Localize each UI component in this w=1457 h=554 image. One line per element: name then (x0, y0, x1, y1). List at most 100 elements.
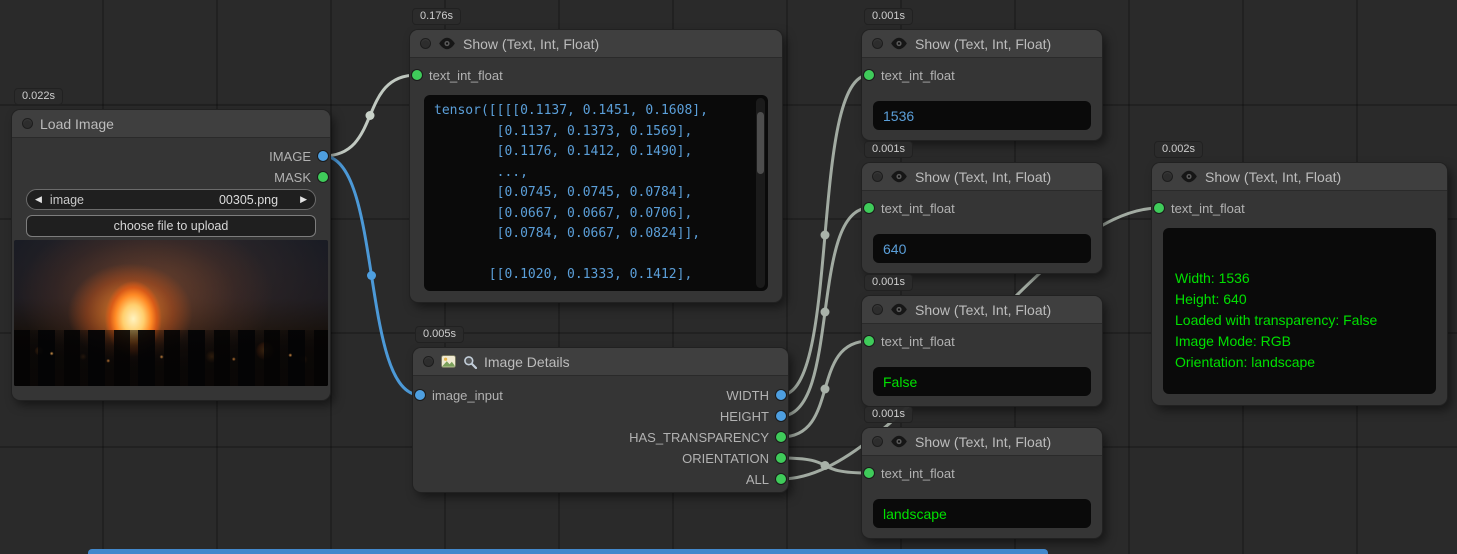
node-title: Show (Text, Int, Float) (1205, 169, 1341, 185)
node-show-tensor[interactable]: 0.176s Show (Text, Int, Float) text_int_… (410, 30, 782, 302)
node-header[interactable]: Load Image (12, 110, 330, 138)
node-header[interactable]: Show (Text, Int, Float) (410, 30, 782, 58)
input-dot-text-int-float[interactable] (864, 468, 874, 478)
output-dot-width[interactable] (776, 390, 786, 400)
timing-badge: 0.001s (864, 141, 913, 158)
input-label: image_input (432, 388, 503, 403)
input-dot-text-int-float[interactable] (864, 336, 874, 346)
magnifier-icon (463, 355, 477, 369)
node-header[interactable]: Show (Text, Int, Float) (862, 163, 1102, 191)
node-image-details[interactable]: 0.005s Image Details image_input WIDTH H… (413, 348, 788, 492)
input-label: text_int_float (881, 68, 955, 83)
output-label-orientation: ORIENTATION (682, 451, 769, 466)
output-label-has-transparency: HAS_TRANSPARENCY (629, 430, 769, 445)
input-slot-text-int-float: text_int_float (864, 65, 955, 85)
node-show-height[interactable]: 0.001s Show (Text, Int, Float) text_int_… (862, 163, 1102, 273)
link-midpoint-dot (367, 271, 376, 280)
output-dot-image[interactable] (318, 151, 328, 161)
picture-icon (441, 355, 456, 368)
input-label: text_int_float (881, 466, 955, 481)
node-header[interactable]: Show (Text, Int, Float) (862, 296, 1102, 324)
collapse-dot[interactable] (423, 356, 434, 367)
input-slot-image-input: image_input (415, 385, 503, 405)
output-slot-has-transparency: HAS_TRANSPARENCY (629, 427, 786, 447)
collapse-dot[interactable] (1162, 171, 1173, 182)
node-header[interactable]: Show (Text, Int, Float) (1152, 163, 1447, 191)
city-silhouette (14, 330, 328, 386)
output-slot-orientation: ORIENTATION (682, 448, 786, 468)
image-preview[interactable] (14, 240, 328, 386)
input-dot-text-int-float[interactable] (864, 203, 874, 213)
value-display[interactable]: 640 (873, 234, 1091, 263)
output-label-all: ALL (746, 472, 769, 487)
collapse-dot[interactable] (22, 118, 33, 129)
input-slot-text-int-float: text_int_float (1154, 198, 1245, 218)
eye-icon (1180, 170, 1198, 183)
timing-badge: 0.001s (864, 8, 913, 25)
link-midpoint-dot (821, 461, 830, 470)
eye-icon (890, 170, 908, 183)
collapse-dot[interactable] (872, 436, 883, 447)
link-midpoint-dot (821, 308, 830, 317)
text-display-widget[interactable]: tensor([[[[0.1137, 0.1451, 0.1608], [0.1… (424, 95, 768, 291)
node-header[interactable]: Show (Text, Int, Float) (862, 30, 1102, 58)
collapse-dot[interactable] (872, 38, 883, 49)
output-label-mask: MASK (274, 170, 311, 185)
node-title: Show (Text, Int, Float) (915, 302, 1051, 318)
input-label: text_int_float (1171, 201, 1245, 216)
timing-badge: 0.001s (864, 274, 913, 291)
output-label-width: WIDTH (726, 388, 769, 403)
node-title: Show (Text, Int, Float) (915, 434, 1051, 450)
timing-badge: 0.002s (1154, 141, 1203, 158)
eye-icon (438, 37, 456, 50)
node-header[interactable]: Image Details (413, 348, 788, 376)
tensor-text: tensor([[[[0.1137, 0.1451, 0.1608], [0.1… (434, 101, 748, 291)
value-display[interactable]: landscape (873, 499, 1091, 528)
node-show-width[interactable]: 0.001s Show (Text, Int, Float) text_int_… (862, 30, 1102, 140)
timing-badge: 0.005s (415, 326, 464, 343)
output-dot-orientation[interactable] (776, 453, 786, 463)
output-slot-image: IMAGE (269, 146, 328, 166)
node-header[interactable]: Show (Text, Int, Float) (862, 428, 1102, 456)
combo-prev-icon[interactable]: ◀ (35, 195, 42, 204)
collapse-dot[interactable] (872, 171, 883, 182)
collapse-dot[interactable] (420, 38, 431, 49)
link-midpoint-dot (821, 231, 830, 240)
scrollbar-track (756, 98, 765, 288)
input-dot-image-input[interactable] (415, 390, 425, 400)
output-slot-height: HEIGHT (720, 406, 786, 426)
node-show-transparency[interactable]: 0.001s Show (Text, Int, Float) text_int_… (862, 296, 1102, 406)
output-dot-has-transparency[interactable] (776, 432, 786, 442)
value-display[interactable]: False (873, 367, 1091, 396)
input-label: text_int_float (881, 334, 955, 349)
node-title: Show (Text, Int, Float) (915, 169, 1051, 185)
input-dot-text-int-float[interactable] (1154, 203, 1164, 213)
offscreen-node-edge[interactable] (88, 549, 1048, 554)
eye-icon (890, 303, 908, 316)
node-title: Show (Text, Int, Float) (915, 36, 1051, 52)
value-display[interactable]: Width: 1536 Height: 640 Loaded with tran… (1163, 228, 1436, 394)
output-slot-mask: MASK (274, 167, 328, 187)
output-dot-mask[interactable] (318, 172, 328, 182)
node-show-orientation[interactable]: 0.001s Show (Text, Int, Float) text_int_… (862, 428, 1102, 538)
collapse-dot[interactable] (872, 304, 883, 315)
scrollbar-thumb[interactable] (757, 112, 764, 174)
node-load-image[interactable]: 0.022s Load Image IMAGE MASK ◀ image 003… (12, 110, 330, 400)
image-combo-widget[interactable]: ◀ image 00305.png ▶ (26, 189, 316, 210)
input-label: text_int_float (429, 68, 503, 83)
combo-next-icon[interactable]: ▶ (300, 195, 307, 204)
value-display[interactable]: 1536 (873, 101, 1091, 130)
output-dot-height[interactable] (776, 411, 786, 421)
link-midpoint-dot (366, 111, 375, 120)
node-show-all[interactable]: 0.002s Show (Text, Int, Float) text_int_… (1152, 163, 1447, 405)
input-slot-text-int-float: text_int_float (864, 463, 955, 483)
node-title: Image Details (484, 354, 570, 370)
output-dot-all[interactable] (776, 474, 786, 484)
input-dot-text-int-float[interactable] (864, 70, 874, 80)
upload-button[interactable]: choose file to upload (26, 215, 316, 237)
output-slot-width: WIDTH (726, 385, 786, 405)
input-label: text_int_float (881, 201, 955, 216)
input-slot-text-int-float: text_int_float (864, 331, 955, 351)
input-dot-text-int-float[interactable] (412, 70, 422, 80)
graph-canvas[interactable]: 0.022s Load Image IMAGE MASK ◀ image 003… (0, 0, 1457, 554)
